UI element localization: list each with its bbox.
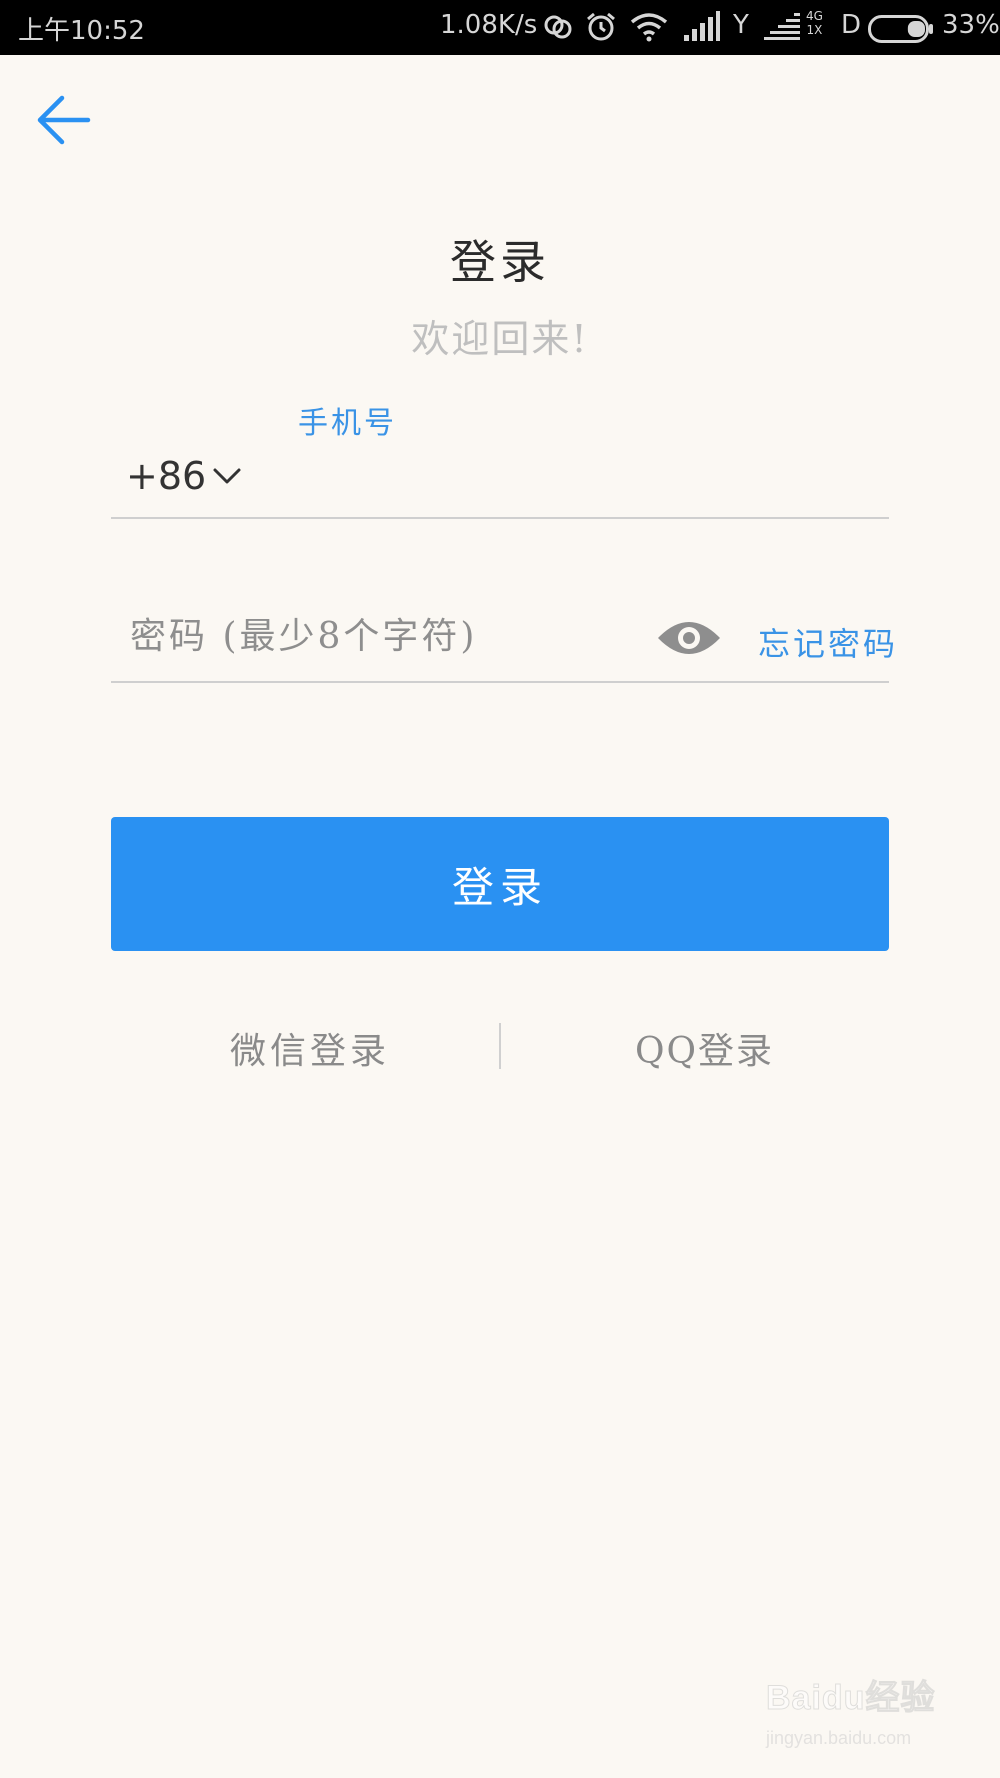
sim1-label: Y — [733, 10, 749, 40]
sim2-label: D — [841, 10, 862, 40]
network-type: 4G 1X — [806, 9, 823, 37]
page-title: 登录 — [450, 235, 550, 289]
watermark-url: jingyan.baidu.com — [766, 1728, 912, 1748]
login-button[interactable]: 登录 — [111, 817, 889, 951]
country-code-selector[interactable]: +86 — [126, 454, 242, 498]
page-subtitle: 欢迎回来! — [411, 317, 589, 361]
alarm-icon — [587, 12, 615, 41]
baidu-jingyan-watermark: Baidu经验 jingyan.baidu.com — [765, 1668, 966, 1758]
login-options-divider — [499, 1023, 501, 1069]
wechat-login-button[interactable]: 微信登录 — [230, 1022, 390, 1074]
status-time: 上午10:52 — [18, 16, 145, 46]
battery-icon — [868, 15, 933, 43]
phone-field-label: 手机号 — [298, 406, 397, 441]
eye-icon[interactable] — [656, 612, 722, 664]
signal-icon — [684, 11, 720, 41]
password-input[interactable] — [130, 606, 650, 666]
phone-input[interactable] — [252, 448, 886, 506]
watermark-brand: Baidu经验 — [765, 1679, 936, 1718]
chevron-down-icon — [213, 468, 241, 484]
forgot-password-link[interactable]: 忘记密码 — [758, 619, 898, 665]
battery-percent: 33% — [942, 10, 1000, 40]
signal-icon-sim2 — [764, 13, 800, 40]
link-icon — [544, 15, 572, 39]
status-bar: 上午10:52 1.08K/s Y 4G 1X D 33% — [0, 0, 1000, 55]
country-code-value: +86 — [126, 454, 207, 498]
back-arrow-icon[interactable] — [32, 88, 96, 152]
qq-login-button[interactable]: QQ登录 — [635, 1022, 774, 1074]
network-speed: 1.08K/s — [440, 10, 538, 40]
phone-underline — [111, 517, 889, 519]
password-underline — [111, 681, 889, 683]
wifi-icon — [630, 13, 668, 42]
